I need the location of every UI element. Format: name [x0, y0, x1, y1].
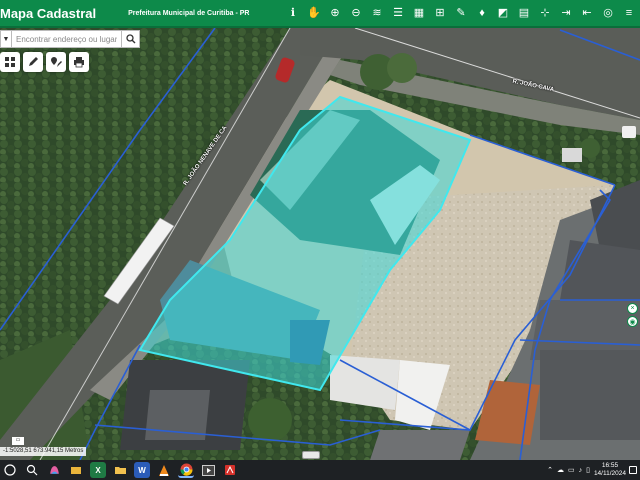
target-icon[interactable]: ◉ [627, 316, 638, 327]
network-icon[interactable]: ▭ [568, 466, 575, 474]
search-taskbar-icon[interactable] [24, 462, 40, 478]
app-window: Mapa Cadastral Prefeitura Municipal de C… [0, 0, 640, 480]
chrome-icon[interactable] [178, 462, 194, 478]
zoom-in-icon[interactable]: ⊕ [326, 4, 344, 22]
pencil-button[interactable] [23, 52, 43, 72]
pin-edit-button[interactable] [46, 52, 66, 72]
map-view[interactable]: R. JOÃO CAVA R. JOÃO NENAVE DE CA [0, 28, 640, 460]
logout-icon[interactable]: ⇤ [578, 4, 596, 22]
map-bottom-handle[interactable] [302, 451, 320, 459]
import-icon[interactable]: ⇥ [557, 4, 575, 22]
search-button[interactable] [122, 30, 140, 48]
graduation-icon[interactable]: ♦ [473, 4, 491, 22]
pin-edit-icon [51, 57, 62, 67]
app-header: Mapa Cadastral Prefeitura Municipal de C… [0, 0, 640, 28]
draw-icon[interactable]: ✎ [452, 4, 470, 22]
layers-icon[interactable]: ≋ [368, 4, 386, 22]
legend-list-icon[interactable]: ☰ [389, 4, 407, 22]
word-icon[interactable]: W [134, 462, 150, 478]
measure-icon[interactable]: ⊞ [431, 4, 449, 22]
edit-area-icon[interactable]: ◩ [494, 4, 512, 22]
zoom-out-icon[interactable]: ⊖ [347, 4, 365, 22]
windows-taskbar: X W ⌃ ☁ ▭ ♪ ▯ 16:55 14/11/2024 [0, 460, 640, 480]
menu-icon[interactable]: ≡ [620, 4, 638, 22]
battery-icon[interactable]: ▯ [586, 466, 590, 474]
cloud-icon[interactable]: ☁ [557, 466, 564, 474]
system-tray: ⌃ ☁ ▭ ♪ ▯ 16:55 14/11/2024 [547, 460, 640, 480]
toolbar: ℹ ✋ ⊕ ⊖ ≋ ☰ ▦ ⊞ ✎ ♦ ◩ ▤ ⊹ ⇥ ⇤ ◎ ≡ [284, 4, 638, 22]
excel-icon[interactable]: X [90, 462, 106, 478]
media-icon[interactable] [200, 462, 216, 478]
layers-grid-icon [5, 57, 15, 67]
coordinate-readout: -1:5028,51 673.941,15 Metros [0, 447, 87, 456]
print-icon [74, 57, 84, 68]
taskbar-time: 16:55 [601, 462, 619, 469]
satellite-image [0, 28, 640, 460]
taskbar-clock[interactable]: 16:55 14/11/2024 [594, 462, 626, 478]
taskbar-date: 14/11/2024 [593, 470, 626, 477]
pan-hand-icon[interactable]: ✋ [305, 4, 323, 22]
search-input[interactable] [12, 30, 122, 48]
app-subtitle: Prefeitura Municipal de Curitiba - PR [128, 9, 250, 17]
copilot-icon[interactable] [46, 462, 62, 478]
chevron-up-icon[interactable]: ⌃ [547, 466, 553, 474]
widgets-icon[interactable] [68, 462, 84, 478]
app-title: Mapa Cadastral [0, 5, 97, 21]
location-icon[interactable]: ◎ [599, 4, 617, 22]
print-button[interactable] [69, 52, 89, 72]
folder-icon[interactable] [112, 462, 128, 478]
pencil-icon [29, 57, 38, 66]
search-source-dropdown[interactable]: ▼ [0, 30, 12, 48]
pdf-icon[interactable] [222, 462, 238, 478]
identify-icon[interactable]: ℹ [284, 4, 302, 22]
search-icon [125, 34, 135, 44]
side-toolbar [0, 52, 89, 72]
speaker-icon[interactable]: ♪ [579, 467, 583, 474]
coordinates-icon[interactable]: ⊹ [536, 4, 554, 22]
search-bar: ▼ [0, 30, 140, 48]
start-icon[interactable] [2, 462, 18, 478]
vlc-icon[interactable] [156, 462, 172, 478]
map-right-controls: × ◉ [627, 303, 638, 327]
chart-icon[interactable]: ▤ [515, 4, 533, 22]
close-panel-icon[interactable]: × [627, 303, 638, 314]
table-icon[interactable]: ▦ [410, 4, 428, 22]
notification-icon[interactable] [629, 466, 637, 474]
scale-toggle-icon[interactable]: ▭ [12, 437, 24, 445]
layers-grid-button[interactable] [0, 52, 20, 72]
